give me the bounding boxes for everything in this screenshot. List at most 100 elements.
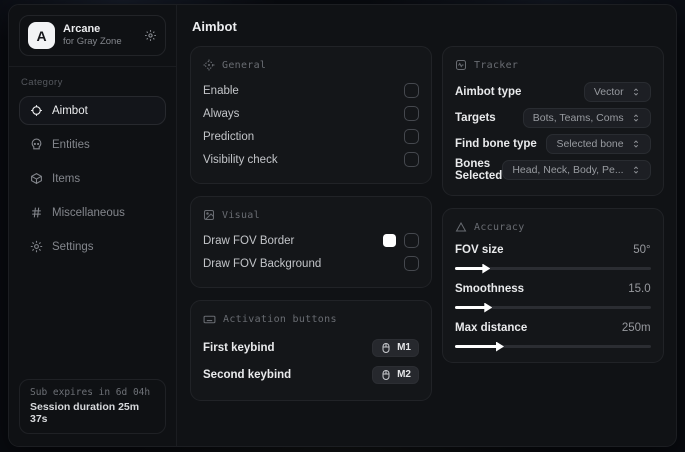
- visual-panel: Visual Draw FOV Border Draw FOV Backgrou…: [190, 196, 432, 288]
- setting-row-second-keybind: Second keybind M2: [203, 361, 419, 388]
- app-header-card: A Arcane for Gray Zone: [19, 15, 166, 56]
- slider-fov-size: FOV size 50°: [455, 241, 651, 274]
- app-window: A Arcane for Gray Zone Category Aimbot E…: [8, 4, 677, 447]
- slider-handle[interactable]: [484, 302, 493, 313]
- keybind-value: M1: [397, 342, 411, 353]
- slider-value: 250m: [621, 322, 651, 334]
- mouse-icon: [380, 342, 392, 354]
- sidebar-item-label: Items: [52, 172, 81, 185]
- setting-label: Aimbot type: [455, 86, 522, 98]
- second-keybind-button[interactable]: M2: [372, 365, 419, 384]
- setting-label: Second keybind: [203, 368, 292, 381]
- slider-handle[interactable]: [482, 263, 491, 274]
- slider-value: 15.0: [628, 283, 651, 295]
- accuracy-panel: Accuracy FOV size 50° Smoothness 15.0 Ma…: [442, 208, 664, 363]
- gear-icon: [29, 240, 43, 253]
- setting-row-bones-selected: Bones Selected Head, Neck, Body, Pe...: [455, 157, 651, 183]
- setting-label: Enable: [203, 84, 239, 97]
- enable-checkbox[interactable]: [404, 83, 419, 98]
- panel-title: Visual: [222, 209, 260, 221]
- slider-handle[interactable]: [496, 341, 505, 352]
- color-swatch[interactable]: [383, 234, 396, 247]
- setting-label: Bones Selected: [455, 158, 503, 182]
- unfold-icon: [631, 139, 641, 149]
- keyboard-icon: [203, 313, 216, 326]
- slider-fill: [455, 345, 499, 348]
- slider-label: Max distance: [455, 322, 528, 334]
- sidebar-item-label: Miscellaneous: [52, 206, 125, 219]
- unfold-icon: [631, 165, 641, 175]
- hash-icon: [29, 206, 43, 219]
- sidebar-item-label: Settings: [52, 240, 94, 253]
- page-title: Aimbot: [192, 19, 237, 34]
- setting-row-draw-fov-border: Draw FOV Border: [203, 229, 419, 252]
- unfold-icon: [631, 113, 641, 123]
- slider-value: 50°: [633, 244, 651, 256]
- sidebar-item-label: Entities: [52, 138, 90, 151]
- tracker-panel: Tracker Aimbot type Vector Targets Bots,…: [442, 46, 664, 196]
- sidebar-item-aimbot[interactable]: Aimbot: [19, 96, 166, 125]
- dropdown-value: Head, Neck, Body, Pe...: [512, 164, 624, 176]
- setting-label: Draw FOV Border: [203, 234, 295, 247]
- first-keybind-button[interactable]: M1: [372, 338, 419, 357]
- sub-expires-text: Sub expires in 6d 04h: [30, 387, 151, 398]
- slider-fill: [455, 267, 485, 270]
- slider-max-distance: Max distance 250m: [455, 319, 651, 352]
- panel-title: Activation buttons: [223, 314, 337, 325]
- aimbot-type-dropdown[interactable]: Vector: [583, 82, 651, 102]
- mouse-icon: [380, 369, 392, 381]
- app-subtitle: for Gray Zone: [63, 36, 122, 48]
- smoothness-slider[interactable]: [455, 302, 651, 313]
- setting-row-aimbot-type: Aimbot type Vector: [455, 79, 651, 105]
- setting-label: Draw FOV Background: [203, 257, 322, 270]
- fov-size-slider[interactable]: [455, 263, 651, 274]
- setting-label: Targets: [455, 112, 496, 124]
- app-logo: A: [28, 22, 55, 49]
- package-icon: [29, 172, 43, 185]
- setting-row-targets: Targets Bots, Teams, Coms: [455, 105, 651, 131]
- bones-selected-dropdown[interactable]: Head, Neck, Body, Pe...: [502, 160, 651, 180]
- slider-smoothness: Smoothness 15.0: [455, 280, 651, 313]
- keybind-value: M2: [397, 369, 411, 380]
- setting-label: Find bone type: [455, 138, 537, 150]
- sidebar: A Arcane for Gray Zone Category Aimbot E…: [9, 5, 177, 446]
- activation-buttons-panel: Activation buttons First keybind M1 Seco…: [190, 300, 432, 401]
- sidebar-item-items[interactable]: Items: [19, 164, 166, 193]
- visibility-check-checkbox[interactable]: [404, 152, 419, 167]
- draw-fov-border-checkbox[interactable]: [404, 233, 419, 248]
- setting-row-find-bone-type: Find bone type Selected bone: [455, 131, 651, 157]
- always-checkbox[interactable]: [404, 106, 419, 121]
- skull-icon: [29, 138, 43, 151]
- sidebar-item-settings[interactable]: Settings: [19, 232, 166, 261]
- setting-label: Visibility check: [203, 153, 278, 166]
- setting-row-enable: Enable: [203, 79, 419, 102]
- slider-label: Smoothness: [455, 283, 525, 295]
- general-panel: General Enable Always Prediction Visibil…: [190, 46, 432, 184]
- dropdown-value: Bots, Teams, Coms: [532, 112, 624, 124]
- main-content: Aimbot General Enable Always Prediction …: [177, 5, 676, 446]
- panel-title: Tracker: [474, 59, 519, 71]
- find-bone-type-dropdown[interactable]: Selected bone: [546, 134, 651, 154]
- max-distance-slider[interactable]: [455, 341, 651, 352]
- targets-dropdown[interactable]: Bots, Teams, Coms: [522, 108, 651, 128]
- sidebar-item-miscellaneous[interactable]: Miscellaneous: [19, 198, 166, 227]
- setting-row-visibility-check: Visibility check: [203, 148, 419, 171]
- prediction-checkbox[interactable]: [404, 129, 419, 144]
- gear-icon[interactable]: [144, 29, 157, 42]
- panel-title: Accuracy: [474, 221, 525, 233]
- setting-label: Prediction: [203, 130, 255, 143]
- crosshair-dashed-icon: [203, 59, 215, 71]
- dropdown-value: Selected bone: [556, 138, 624, 150]
- unfold-icon: [631, 87, 641, 97]
- dropdown-value: Vector: [593, 86, 624, 98]
- triangle-icon: [455, 221, 467, 233]
- sidebar-item-entities[interactable]: Entities: [19, 130, 166, 159]
- setting-row-draw-fov-background: Draw FOV Background: [203, 252, 419, 275]
- crosshair-icon: [29, 104, 43, 117]
- sidebar-item-label: Aimbot: [52, 104, 88, 117]
- app-title: Arcane: [63, 22, 101, 35]
- draw-fov-background-checkbox[interactable]: [404, 256, 419, 271]
- divider: [9, 66, 176, 67]
- image-icon: [203, 209, 215, 221]
- session-duration-text: Session duration 25m 37s: [30, 401, 140, 425]
